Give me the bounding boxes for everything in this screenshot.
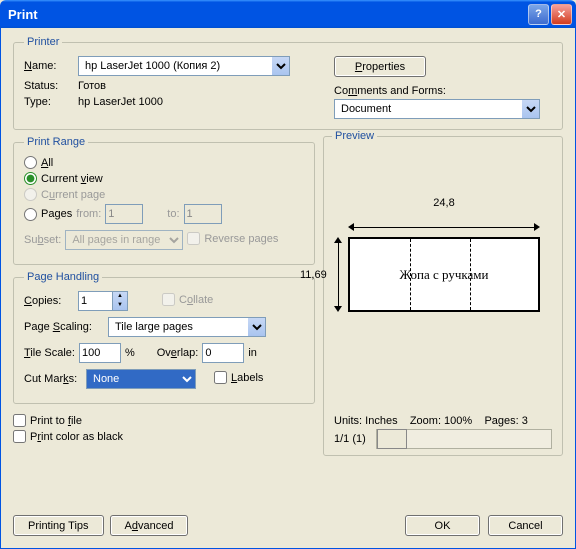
copies-spinner[interactable]: ▲▼ — [78, 291, 128, 311]
tile-scale-label: Tile Scale: — [24, 347, 75, 359]
overlap-label: Overlap: — [157, 347, 199, 359]
to-input — [184, 204, 222, 224]
status-value: Готов — [78, 80, 106, 92]
print-to-file-check[interactable]: Print to file — [13, 414, 315, 427]
preview-height: 11,69 — [300, 269, 327, 281]
subset-select: All pages in range — [65, 230, 183, 250]
preview-info: Units: Inches Zoom: 100% Pages: 3 — [334, 415, 552, 427]
chevron-down-icon: ▼ — [113, 301, 127, 310]
title-bar: Print ? ✕ — [0, 0, 576, 28]
radio-all[interactable]: All — [24, 156, 304, 169]
window-title: Print — [4, 7, 526, 22]
radio-pages[interactable]: Pages from: to: — [24, 204, 304, 224]
copies-label: Copies: — [24, 295, 74, 307]
print-black-check[interactable]: Print color as black — [13, 430, 315, 443]
print-range-group: Print Range All Current view Current pag… — [13, 136, 315, 265]
tile-scale-input[interactable] — [79, 343, 121, 363]
subset-label: Subset: — [24, 234, 61, 246]
reverse-check: Reverse pages — [187, 232, 278, 245]
scaling-select[interactable]: Tile large pages — [108, 317, 266, 337]
preview-group: Preview 24,8 11,69 Жопа с ручками — [323, 136, 563, 456]
comments-select[interactable]: Document — [334, 99, 540, 119]
properties-button[interactable]: Properties — [334, 56, 426, 77]
range-legend: Print Range — [24, 136, 88, 148]
preview-page: 24,8 11,69 Жопа с ручками — [348, 237, 540, 312]
status-label: Status: — [24, 80, 74, 92]
printer-name-select[interactable]: hp LaserJet 1000 (Копия 2) — [78, 56, 290, 76]
cutmarks-select[interactable]: None — [86, 369, 196, 389]
advanced-button[interactable]: Advanced — [110, 515, 189, 536]
page-handling-group: Page Handling Copies: ▲▼ Collate Page Sc… — [13, 271, 315, 404]
comments-label: Comments and Forms: — [334, 85, 552, 97]
radio-current-view[interactable]: Current view — [24, 172, 304, 185]
preview-slider[interactable] — [376, 429, 552, 449]
printer-group: Printer Name: hp LaserJet 1000 (Копия 2)… — [13, 36, 563, 130]
handling-legend: Page Handling — [24, 271, 102, 283]
cutmarks-label: Cut Marks: — [24, 373, 82, 385]
labels-check[interactable]: Labels — [214, 371, 263, 384]
from-input — [105, 204, 143, 224]
printing-tips-button[interactable]: Printing Tips — [13, 515, 104, 536]
preview-content: Жопа с ручками — [400, 267, 489, 283]
name-label: Name: — [24, 60, 74, 72]
preview-width: 24,8 — [348, 197, 540, 209]
close-icon[interactable]: ✕ — [551, 4, 572, 25]
scaling-label: Page Scaling: — [24, 321, 104, 333]
type-value: hp LaserJet 1000 — [78, 96, 163, 108]
ok-button[interactable]: OK — [405, 515, 480, 536]
printer-legend: Printer — [24, 36, 62, 48]
slider-label: 1/1 (1) — [334, 433, 366, 445]
help-icon[interactable]: ? — [528, 4, 549, 25]
radio-current-page: Current page — [24, 188, 304, 201]
overlap-input[interactable] — [202, 343, 244, 363]
preview-legend: Preview — [332, 130, 377, 142]
type-label: Type: — [24, 96, 74, 108]
chevron-up-icon: ▲ — [113, 292, 127, 301]
collate-check: Collate — [162, 293, 213, 306]
cancel-button[interactable]: Cancel — [488, 515, 563, 536]
